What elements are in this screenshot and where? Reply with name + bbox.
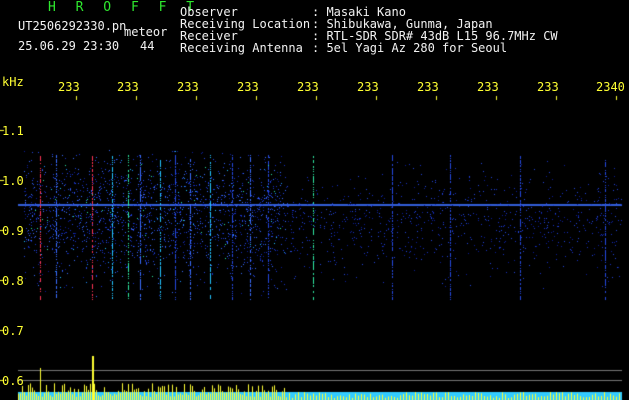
x-tick-label: 233	[477, 80, 499, 94]
datetime: 25.06.29 23:30	[18, 39, 120, 53]
y-tick-label: 1.1	[2, 124, 24, 138]
x-tick-label: 233	[177, 80, 199, 94]
x-tick-label: 233	[58, 80, 80, 94]
info-value-antenna: : 5el Yagi Az 280 for Seoul	[312, 41, 508, 55]
y-tick-label: 0.8	[2, 274, 24, 288]
app-title: H R O F F T	[48, 0, 201, 15]
y-tick-label: 0.9	[2, 224, 24, 238]
y-axis-unit: kHz	[2, 75, 24, 89]
x-tick-label: 233	[117, 80, 139, 94]
y-tick-label: 0.7	[2, 324, 24, 338]
x-tick-label: 233	[417, 80, 439, 94]
x-tick-label: 233	[357, 80, 379, 94]
y-tick-label: 0.6	[2, 374, 24, 388]
event-label: meteor	[124, 25, 168, 39]
filename: UT2506292330.pn	[18, 19, 127, 33]
info-label-antenna: Receiving Antenna	[180, 41, 303, 55]
y-tick-label: 1.0	[2, 174, 24, 188]
x-tick-label: 2340	[596, 80, 625, 94]
x-tick-label: 233	[297, 80, 319, 94]
spectrogram-canvas	[0, 0, 629, 400]
x-tick-label: 233	[537, 80, 559, 94]
x-tick-label: 233	[237, 80, 259, 94]
event-count: 44	[140, 39, 155, 53]
